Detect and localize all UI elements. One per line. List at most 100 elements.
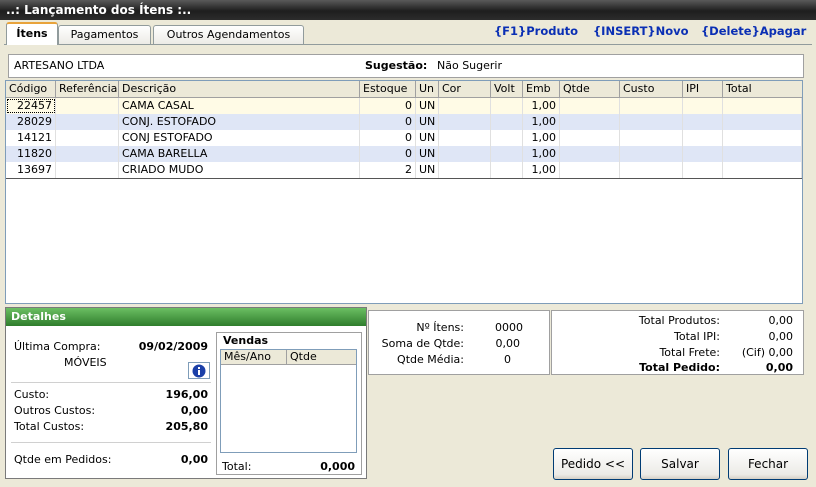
cell-codigo[interactable]: 22457 (6, 98, 56, 114)
tab-pagamentos[interactable]: Pagamentos (58, 25, 151, 44)
cell-referencia[interactable] (56, 162, 119, 178)
cell-cor[interactable] (439, 162, 491, 178)
cell-referencia[interactable] (56, 98, 119, 114)
vendas-col-qtde[interactable]: Qtde (287, 350, 356, 365)
total-custos-value: 205,80 (165, 420, 208, 433)
total-produtos-label: Total Produtos: (638, 314, 720, 327)
category-label: MÓVEIS (64, 356, 107, 369)
cell-ipi[interactable] (683, 98, 723, 114)
col-qtde[interactable]: Qtde (560, 81, 620, 98)
cell-descricao[interactable]: CONJ. ESTOFADO (119, 114, 360, 130)
table-row[interactable]: 14121 CONJ ESTOFADO 0 UN 1,00 (6, 130, 802, 146)
ultima-compra-date: 09/02/2009 (138, 340, 208, 353)
cell-custo[interactable] (620, 114, 683, 130)
cell-referencia[interactable] (56, 130, 119, 146)
shortcut-novo[interactable]: {INSERT}Novo (593, 24, 689, 38)
cell-custo[interactable] (620, 130, 683, 146)
cell-qtde[interactable] (560, 130, 620, 146)
cell-total[interactable] (723, 98, 802, 114)
table-row[interactable]: 22457 CAMA CASAL 0 UN 1,00 (6, 98, 802, 114)
pedido-button[interactable]: Pedido << (553, 448, 633, 480)
cell-cor[interactable] (439, 114, 491, 130)
table-row[interactable]: 28029 CONJ. ESTOFADO 0 UN 1,00 (6, 114, 802, 130)
tab-outros-agendamentos[interactable]: Outros Agendamentos (153, 25, 304, 44)
col-cor[interactable]: Cor (439, 81, 491, 98)
cell-ipi[interactable] (683, 146, 723, 162)
salvar-button[interactable]: Salvar (640, 448, 720, 480)
cell-descricao[interactable]: CRIADO MUDO (119, 162, 360, 178)
cell-codigo[interactable]: 13697 (6, 162, 56, 178)
cell-emb[interactable]: 1,00 (523, 146, 560, 162)
cell-codigo[interactable]: 11820 (6, 146, 56, 162)
cell-volt[interactable] (491, 146, 523, 162)
cell-custo[interactable] (620, 162, 683, 178)
cell-descricao[interactable]: CAMA BARELLA (119, 146, 360, 162)
cell-referencia[interactable] (56, 114, 119, 130)
col-total[interactable]: Total (723, 81, 802, 98)
items-grid[interactable]: Código Referência Descrição Estoque Un C… (5, 80, 803, 304)
cell-un[interactable]: UN (416, 146, 439, 162)
table-row[interactable]: 13697 CRIADO MUDO 2 UN 1,00 (6, 162, 802, 178)
cell-custo[interactable] (620, 146, 683, 162)
cell-ipi[interactable] (683, 162, 723, 178)
cell-volt[interactable] (491, 98, 523, 114)
vendas-table[interactable]: Mês/Ano Qtde (220, 349, 357, 453)
col-referencia[interactable]: Referência (56, 81, 119, 98)
cell-descricao[interactable]: CONJ ESTOFADO (119, 130, 360, 146)
info-button[interactable] (188, 362, 210, 379)
cell-volt[interactable] (491, 162, 523, 178)
cell-qtde[interactable] (560, 98, 620, 114)
col-volt[interactable]: Volt (491, 81, 523, 98)
cell-emb[interactable]: 1,00 (523, 114, 560, 130)
col-codigo[interactable]: Código (6, 81, 56, 98)
cell-descricao[interactable]: CAMA CASAL (119, 98, 360, 114)
cell-ipi[interactable] (683, 130, 723, 146)
cell-cor[interactable] (439, 130, 491, 146)
cell-codigo[interactable]: 14121 (6, 130, 56, 146)
cell-estoque[interactable]: 0 (360, 146, 416, 162)
col-emb[interactable]: Emb (523, 81, 560, 98)
col-custo[interactable]: Custo (620, 81, 683, 98)
cell-cor[interactable] (439, 146, 491, 162)
vendas-title: Vendas (223, 334, 269, 347)
cell-qtde[interactable] (560, 114, 620, 130)
cell-volt[interactable] (491, 130, 523, 146)
cell-codigo[interactable]: 28029 (6, 114, 56, 130)
ultima-compra-label: Última Compra: (14, 340, 101, 353)
window-title-bar: ..: Lançamento dos Ítens :.. (0, 0, 816, 20)
col-descricao[interactable]: Descrição (119, 81, 360, 98)
suggestion-value[interactable]: Não Sugerir (437, 59, 502, 72)
cell-emb[interactable]: 1,00 (523, 162, 560, 178)
cell-custo[interactable] (620, 98, 683, 114)
cell-qtde[interactable] (560, 162, 620, 178)
cell-estoque[interactable]: 2 (360, 162, 416, 178)
cell-estoque[interactable]: 0 (360, 114, 416, 130)
cell-estoque[interactable]: 0 (360, 130, 416, 146)
cell-emb[interactable]: 1,00 (523, 130, 560, 146)
cell-cor[interactable] (439, 98, 491, 114)
cell-un[interactable]: UN (416, 114, 439, 130)
vendas-col-mes-ano[interactable]: Mês/Ano (221, 350, 287, 365)
tab-itens[interactable]: Ítens (6, 22, 58, 45)
col-estoque[interactable]: Estoque (360, 81, 416, 98)
cell-qtde[interactable] (560, 146, 620, 162)
cell-un[interactable]: UN (416, 162, 439, 178)
cell-total[interactable] (723, 130, 802, 146)
cell-volt[interactable] (491, 114, 523, 130)
cell-estoque[interactable]: 0 (360, 98, 416, 114)
fechar-button[interactable]: Fechar (728, 448, 808, 480)
cell-total[interactable] (723, 146, 802, 162)
cell-ipi[interactable] (683, 114, 723, 130)
col-ipi[interactable]: IPI (683, 81, 723, 98)
cell-un[interactable]: UN (416, 98, 439, 114)
custo-label: Custo: (14, 388, 50, 401)
shortcut-apagar[interactable]: {Delete}Apagar (701, 24, 806, 38)
col-un[interactable]: Un (416, 81, 439, 98)
cell-emb[interactable]: 1,00 (523, 98, 560, 114)
cell-referencia[interactable] (56, 146, 119, 162)
table-row[interactable]: 11820 CAMA BARELLA 0 UN 1,00 (6, 146, 802, 162)
cell-un[interactable]: UN (416, 130, 439, 146)
cell-total[interactable] (723, 114, 802, 130)
shortcut-produto[interactable]: {F1}Produto (494, 24, 578, 38)
cell-total[interactable] (723, 162, 802, 178)
